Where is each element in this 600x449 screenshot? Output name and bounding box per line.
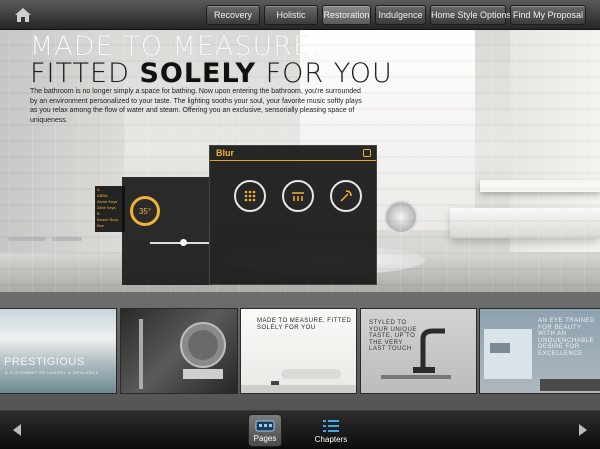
arrow-right-icon[interactable]	[579, 424, 587, 436]
hero-image: MADE TO MEASURE, FITTED SOLELY FOR YOU T…	[0, 30, 600, 292]
page-headline: MADE TO MEASURE, FITTED SOLELY FOR YOU	[30, 33, 393, 87]
pages-tab-label: Pages	[253, 434, 277, 443]
control-panel-left	[122, 177, 210, 285]
nav-restoration-button[interactable]: Restoration	[322, 5, 371, 25]
control-panel-main: Blur	[209, 145, 377, 285]
page-thumbnail[interactable]: AN EYE TRAINED FOR BEAUTY WITH AN UNQUEN…	[479, 308, 600, 394]
page-thumbnail[interactable]: PRESTIGIOUS A STATEMENT OF LUXURY & OPUL…	[0, 308, 117, 394]
nav-recovery-button[interactable]: Recovery	[206, 5, 260, 25]
page-thumbnail-current[interactable]: MADE TO MEASURE, FITTED SOLELY FOR YOU	[240, 308, 357, 394]
shower-head-illustration	[139, 319, 226, 389]
showroom-illustration	[484, 329, 600, 391]
home-button[interactable]	[10, 4, 36, 26]
nav-home-style-options-button[interactable]: Home Style Options	[430, 5, 511, 25]
home-icon	[15, 8, 31, 22]
rain-control[interactable]	[282, 180, 314, 212]
pages-tab[interactable]: Pages	[248, 414, 282, 447]
headline-line-1: MADE TO MEASURE,	[30, 31, 321, 62]
section-nav: Recovery Holistic Restoration Indulgence…	[206, 5, 586, 25]
panel-header: Blur	[210, 146, 376, 161]
rain-shower-icon	[292, 192, 304, 201]
headline-line-2: FITTED SOLELY FOR YOU	[30, 60, 393, 87]
arrow-left-icon[interactable]	[13, 424, 21, 436]
chapters-icon	[323, 420, 339, 432]
shower-icon	[244, 190, 256, 202]
volume-slider[interactable]	[150, 239, 210, 246]
playlist-panel: A ABBA Alone Keys Alice Keys B Beach Boy…	[95, 186, 125, 232]
top-navigation-bar: Recovery Holistic Restoration Indulgence…	[0, 0, 600, 30]
chapters-tab-label: Chapters	[314, 435, 348, 444]
faucet-illustration	[381, 328, 451, 379]
intro-paragraph: The bathroom is no longer simply a space…	[30, 88, 362, 124]
panel-title: Blur	[216, 148, 234, 158]
bottom-toolbar: Pages Chapters	[0, 410, 600, 449]
thumbnail-title: PRESTIGIOUS	[4, 356, 85, 368]
thumbnail-subtitle: A STATEMENT OF LUXURY & OPULENCE	[5, 370, 99, 375]
nav-holistic-button[interactable]: Holistic	[264, 5, 318, 25]
page-thumbnail-strip: PRESTIGIOUS A STATEMENT OF LUXURY & OPUL…	[0, 292, 600, 410]
chapters-tab[interactable]: Chapters	[312, 414, 350, 447]
shower-head-control[interactable]	[234, 180, 266, 212]
nav-indulgence-button[interactable]: Indulgence	[375, 5, 426, 25]
page-thumbnail[interactable]: STYLED TO YOUR UNIQUE TASTE, UP TO THE V…	[360, 308, 477, 394]
temperature-dial[interactable]: 35°	[130, 196, 160, 226]
page-thumbnail[interactable]	[120, 308, 238, 394]
pages-icon	[255, 420, 275, 432]
nav-find-my-proposal-button[interactable]: Find My Proposal	[510, 5, 586, 25]
lock-icon[interactable]	[363, 149, 371, 157]
headline-emphasis: SOLELY	[139, 58, 257, 89]
playlist-item[interactable]: Bee	[97, 223, 123, 229]
hand-shower-icon	[340, 190, 352, 202]
headline-part: FOR YOU	[256, 58, 393, 89]
headline-part: FITTED	[30, 58, 140, 89]
bathroom-illustration	[241, 369, 356, 393]
hand-shower-control[interactable]	[330, 180, 362, 212]
